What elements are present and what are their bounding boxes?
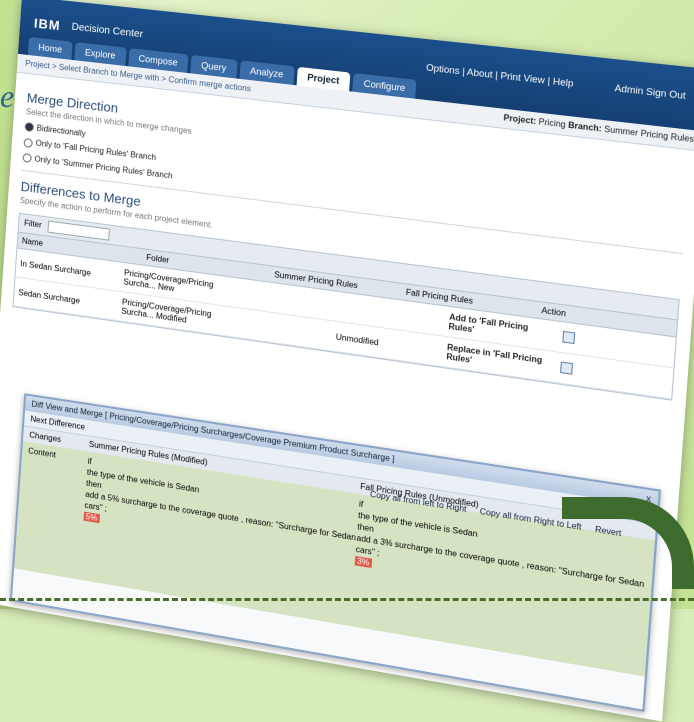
diff-view-icon[interactable]: [562, 330, 576, 344]
project-value: Pricing: [538, 116, 566, 130]
cell-summer: [223, 318, 332, 339]
cell-summer: [225, 288, 334, 309]
right-highlight: 3%: [354, 555, 372, 568]
branch-label: Branch:: [567, 120, 603, 134]
decor-dashed-line: [0, 598, 694, 601]
cell-fall: [333, 303, 444, 324]
radio-icon[interactable]: [24, 122, 35, 133]
ibm-logo: IBM: [33, 15, 62, 34]
project-label: Project:: [503, 112, 537, 127]
diff-view-icon[interactable]: [560, 361, 574, 375]
product-name: Decision Center: [71, 21, 144, 41]
top-links[interactable]: Options | About | Print View | Help: [426, 62, 574, 89]
filter-label: Filter: [23, 218, 42, 230]
radio-icon[interactable]: [22, 153, 32, 164]
radio-label: Bidirectionally: [36, 123, 86, 139]
radio-icon[interactable]: [23, 137, 33, 148]
app-window: IBM Decision Center Options | About | Pr…: [0, 0, 694, 722]
left-highlight: 5%: [83, 511, 100, 524]
user-signout[interactable]: Admin Sign Out: [614, 83, 686, 101]
decor-letter: e: [0, 78, 15, 114]
row-label: Content: [27, 446, 57, 460]
